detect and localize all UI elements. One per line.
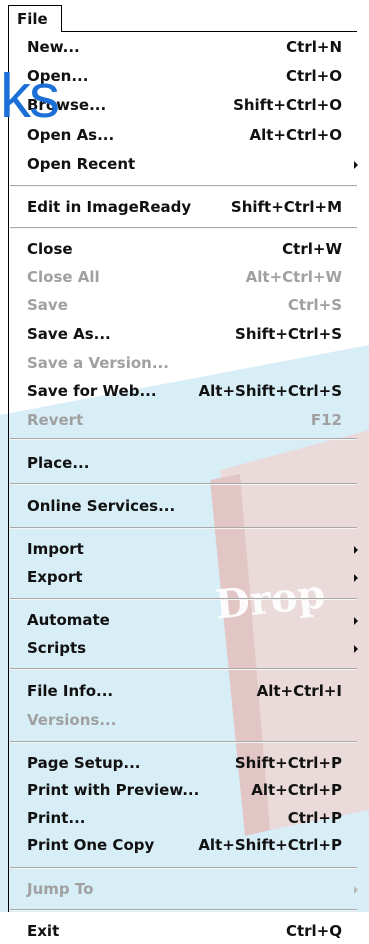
menu-item-label: Online Services... bbox=[27, 497, 176, 515]
menu-item-label: Export bbox=[27, 568, 83, 586]
menu-item-shortcut: Shift+Ctrl+M bbox=[230, 198, 342, 216]
menu-item-scripts[interactable]: Scripts bbox=[9, 637, 358, 661]
menu-item-save-as[interactable]: Save As... Shift+Ctrl+S bbox=[9, 323, 357, 347]
menu-item-label: Save a Version... bbox=[27, 354, 169, 372]
menu-item-label: Open Recent bbox=[27, 155, 136, 173]
menu-item-label: Save bbox=[27, 296, 68, 314]
menu-item-open-recent[interactable]: Open Recent bbox=[9, 153, 358, 177]
menu-separator bbox=[10, 867, 357, 869]
menu-item-automate[interactable]: Automate bbox=[9, 609, 358, 633]
menu-item-shortcut: Shift+Ctrl+O bbox=[233, 96, 342, 114]
menu-item-label: Import bbox=[27, 540, 84, 558]
menu-item-place[interactable]: Place... bbox=[9, 452, 357, 476]
menu-item-label: Close bbox=[27, 240, 73, 258]
menu-item-new[interactable]: New... Ctrl+N bbox=[9, 36, 357, 60]
menu-separator bbox=[10, 483, 357, 485]
menu-item-save-a-version: Save a Version... bbox=[9, 352, 357, 376]
menu-item-label: Print One Copy bbox=[27, 836, 155, 854]
menu-separator bbox=[10, 668, 357, 670]
submenu-arrow-icon bbox=[354, 161, 358, 169]
menu-item-edit-in-imageready[interactable]: Edit in ImageReady Shift+Ctrl+M bbox=[9, 196, 357, 220]
menu-item-close[interactable]: Close Ctrl+W bbox=[9, 238, 357, 262]
menu-item-shortcut: Alt+Shift+Ctrl+S bbox=[198, 382, 342, 400]
submenu-arrow-icon bbox=[354, 617, 358, 625]
menu-item-shortcut: Alt+Shift+Ctrl+P bbox=[198, 836, 342, 854]
menu-item-shortcut: Alt+Ctrl+I bbox=[256, 682, 342, 700]
menu-separator bbox=[10, 438, 357, 440]
menu-item-label: Exit bbox=[27, 922, 60, 940]
submenu-arrow-icon bbox=[354, 574, 358, 582]
menu-item-print[interactable]: Print... Ctrl+P bbox=[9, 807, 357, 831]
submenu-arrow-icon bbox=[354, 645, 358, 653]
menu-item-open[interactable]: Open... Ctrl+O bbox=[9, 65, 357, 89]
menu-item-print-with-preview[interactable]: Print with Preview... Alt+Ctrl+P bbox=[9, 779, 357, 803]
file-menu-tab-label: File bbox=[17, 10, 48, 28]
menu-item-shortcut: Alt+Ctrl+P bbox=[251, 781, 342, 799]
menu-item-open-as[interactable]: Open As... Alt+Ctrl+O bbox=[9, 124, 357, 148]
menu-item-label: Jump To bbox=[27, 880, 94, 898]
menu-item-revert: Revert F12 bbox=[9, 409, 357, 433]
submenu-arrow-icon bbox=[354, 546, 358, 554]
menu-item-file-info[interactable]: File Info... Alt+Ctrl+I bbox=[9, 680, 357, 704]
overlay-text: ks bbox=[0, 62, 60, 131]
menu-item-close-all: Close All Alt+Ctrl+W bbox=[9, 266, 357, 290]
menu-item-label: New... bbox=[27, 38, 80, 56]
menu-item-import[interactable]: Import bbox=[9, 538, 358, 562]
menu-item-label: Save for Web... bbox=[27, 382, 157, 400]
menu-item-save-for-web[interactable]: Save for Web... Alt+Shift+Ctrl+S bbox=[9, 380, 357, 404]
submenu-arrow-icon bbox=[354, 886, 358, 894]
menu-item-label: Print with Preview... bbox=[27, 781, 200, 799]
menu-item-label: Page Setup... bbox=[27, 754, 141, 772]
menu-item-shortcut: Ctrl+W bbox=[282, 240, 342, 258]
menu-item-print-one-copy[interactable]: Print One Copy Alt+Shift+Ctrl+P bbox=[9, 834, 357, 858]
menu-item-label: Versions... bbox=[27, 711, 117, 729]
menu-item-label: Automate bbox=[27, 611, 110, 629]
menu-item-shortcut: Ctrl+Q bbox=[285, 922, 342, 940]
menu-separator bbox=[10, 909, 357, 911]
menu-item-shortcut: Shift+Ctrl+P bbox=[234, 754, 342, 772]
menu-item-page-setup[interactable]: Page Setup... Shift+Ctrl+P bbox=[9, 752, 357, 776]
menu-separator bbox=[10, 185, 357, 187]
menu-item-export[interactable]: Export bbox=[9, 566, 358, 590]
menu-item-shortcut: F12 bbox=[310, 411, 342, 429]
menu-item-label: Scripts bbox=[27, 639, 87, 657]
menu-item-shortcut: Ctrl+O bbox=[285, 67, 342, 85]
menu-separator bbox=[10, 598, 357, 600]
menu-item-online-services[interactable]: Online Services... bbox=[9, 495, 357, 519]
menu-separator bbox=[10, 227, 357, 229]
menu-item-label: Edit in ImageReady bbox=[27, 198, 192, 216]
menu-item-label: Place... bbox=[27, 454, 90, 472]
menu-item-jump-to: Jump To bbox=[9, 878, 358, 902]
menu-item-label: Save As... bbox=[27, 325, 111, 343]
file-menu-dropdown: New... Ctrl+N Open... Ctrl+O Browse... Shift+… bbox=[8, 31, 358, 940]
menu-item-exit[interactable]: Exit Ctrl+Q bbox=[9, 920, 357, 944]
menu-item-shortcut: Ctrl+P bbox=[287, 809, 342, 827]
menu-item-versions: Versions... bbox=[9, 709, 357, 733]
menu-item-browse[interactable]: Browse... Shift+Ctrl+O bbox=[9, 94, 357, 118]
menu-item-label: Print... bbox=[27, 809, 86, 827]
menu-item-shortcut: Ctrl+N bbox=[286, 38, 342, 56]
menu-item-shortcut: Ctrl+S bbox=[287, 296, 342, 314]
menu-item-label: Revert bbox=[27, 411, 84, 429]
menu-item-save: Save Ctrl+S bbox=[9, 294, 357, 318]
menu-item-label: File Info... bbox=[27, 682, 114, 700]
menu-separator bbox=[10, 741, 357, 743]
menu-item-label: Close All bbox=[27, 268, 100, 286]
menu-separator bbox=[10, 527, 357, 529]
menu-item-shortcut: Alt+Ctrl+W bbox=[245, 268, 342, 286]
menu-item-shortcut: Alt+Ctrl+O bbox=[249, 126, 342, 144]
menu-item-shortcut: Shift+Ctrl+S bbox=[235, 325, 342, 343]
file-menu-tab[interactable]: File bbox=[8, 5, 62, 32]
